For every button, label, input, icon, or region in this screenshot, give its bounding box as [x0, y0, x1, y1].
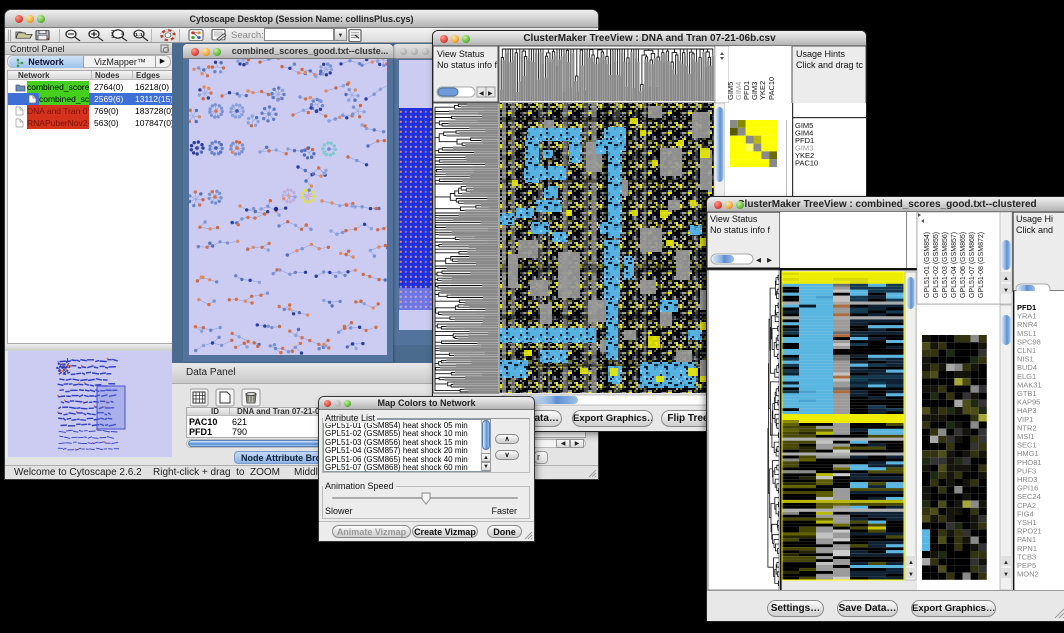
svg-text:No status info f: No status info f: [710, 225, 771, 235]
svg-text:No status info f: No status info f: [437, 60, 498, 70]
svg-text:View Status: View Status: [437, 49, 485, 59]
svg-text:GPL51-08 (GSM872): GPL51-08 (GSM872): [978, 232, 985, 298]
svg-text:1:1: 1:1: [135, 32, 143, 37]
svg-text:GPL51-07 (GSM868): GPL51-07 (GSM868): [969, 232, 976, 298]
svg-text:▲: ▲: [908, 560, 914, 566]
svg-text:▶: ▶: [488, 91, 493, 97]
svg-text:GPL51-02 (GSM855): GPL51-02 (GSM855): [933, 232, 940, 298]
svg-text:Usage Hints: Usage Hints: [796, 49, 846, 59]
svg-text:GPL51-06 (GSM865): GPL51-06 (GSM865): [960, 232, 967, 298]
svg-text:GPL51-03 (GSM856): GPL51-03 (GSM856): [942, 232, 949, 298]
svg-text:GPL51-01 (GSM854): GPL51-01 (GSM854): [924, 232, 931, 298]
svg-text:GPL51-04 (GSM857): GPL51-04 (GSM857): [951, 232, 958, 298]
svg-text:PAC10: PAC10: [795, 159, 818, 168]
svg-text:Click and drag tc: Click and drag tc: [796, 60, 864, 70]
svg-text:▼: ▼: [908, 572, 914, 578]
svg-text:View Status: View Status: [710, 214, 758, 224]
svg-text:MON2: MON2: [1017, 570, 1039, 579]
svg-text:▼: ▼: [1003, 288, 1009, 294]
svg-text:▲: ▲: [1003, 276, 1009, 282]
svg-text:Usage Hi: Usage Hi: [1016, 214, 1053, 224]
svg-text:◀: ◀: [479, 91, 484, 97]
svg-text:YKE2: YKE2: [758, 81, 767, 100]
svg-text:▼: ▼: [1003, 572, 1009, 578]
svg-text:▲: ▲: [1003, 560, 1009, 566]
svg-text:PAC10: PAC10: [767, 77, 776, 100]
svg-text:Click and: Click and: [1016, 225, 1053, 235]
